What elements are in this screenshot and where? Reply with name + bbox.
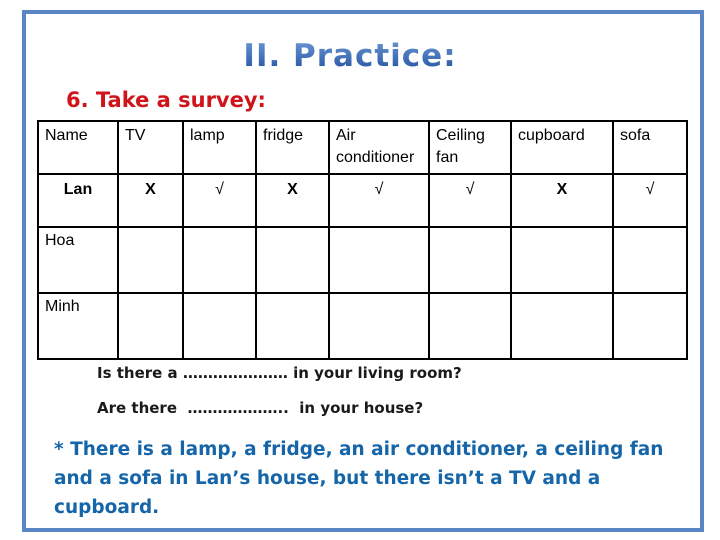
header-label: cupboard	[518, 127, 585, 144]
table-row: Lan X √ X √ √ X √	[37, 173, 688, 228]
empty-cell	[612, 292, 688, 360]
summary-line-1: * There is a lamp, a fridge, an air cond…	[54, 439, 664, 460]
header-label: Air	[336, 127, 356, 144]
empty-cell	[428, 226, 512, 294]
header-label: Ceiling	[436, 127, 485, 144]
question-1: Is there a ………………… in your living room?	[97, 364, 462, 382]
header-cell-sofa: sofa	[612, 120, 688, 175]
row-name-cell: Minh	[37, 292, 119, 360]
question-2: Are there ……………….. in your house?	[97, 399, 424, 417]
check-mark: √	[428, 173, 512, 228]
empty-cell	[510, 226, 614, 294]
summary-note: * There is a lamp, a fridge, an air cond…	[54, 435, 694, 522]
table-row: Minh	[37, 292, 688, 360]
empty-cell	[182, 292, 257, 360]
empty-cell	[328, 292, 430, 360]
cross-mark: X	[510, 173, 614, 228]
check-mark: √	[612, 173, 688, 228]
empty-cell	[612, 226, 688, 294]
check-mark: √	[328, 173, 430, 228]
cross-mark: X	[255, 173, 330, 228]
row-name-cell: Hoa	[37, 226, 119, 294]
header-cell-fridge: fridge	[255, 120, 330, 175]
header-label: lamp	[190, 127, 225, 144]
header-label: TV	[125, 127, 146, 144]
header-cell-tv: TV	[117, 120, 184, 175]
summary-line-2: and a sofa in Lan’s house, but there isn…	[54, 468, 601, 518]
header-label: fridge	[263, 127, 304, 144]
header-cell-cupboard: cupboard	[510, 120, 614, 175]
empty-cell	[328, 226, 430, 294]
table-row: Hoa	[37, 226, 688, 294]
empty-cell	[510, 292, 614, 360]
header-label: sofa	[620, 127, 651, 144]
header-cell-ceiling-fan: Ceiling fan	[428, 120, 512, 175]
check-mark: √	[182, 173, 257, 228]
slide-title: II. Practice:	[230, 38, 470, 74]
header-label: Name	[45, 127, 88, 144]
exercise-heading: 6. Take a survey:	[66, 88, 266, 112]
header-label: conditioner	[336, 149, 415, 166]
header-cell-name: Name	[37, 120, 119, 175]
empty-cell	[255, 292, 330, 360]
empty-cell	[117, 292, 184, 360]
header-cell-air-conditioner: Air conditioner	[328, 120, 430, 175]
empty-cell	[182, 226, 257, 294]
empty-cell	[255, 226, 330, 294]
empty-cell	[428, 292, 512, 360]
empty-cell	[117, 226, 184, 294]
cross-mark: X	[117, 173, 184, 228]
header-cell-lamp: lamp	[182, 120, 257, 175]
row-name-cell: Lan	[37, 173, 119, 228]
table-header-row: Name TV lamp fridge Air conditioner Ceili…	[37, 120, 688, 175]
survey-table: Name TV lamp fridge Air conditioner Ceili…	[37, 120, 688, 360]
header-label: fan	[436, 149, 459, 166]
